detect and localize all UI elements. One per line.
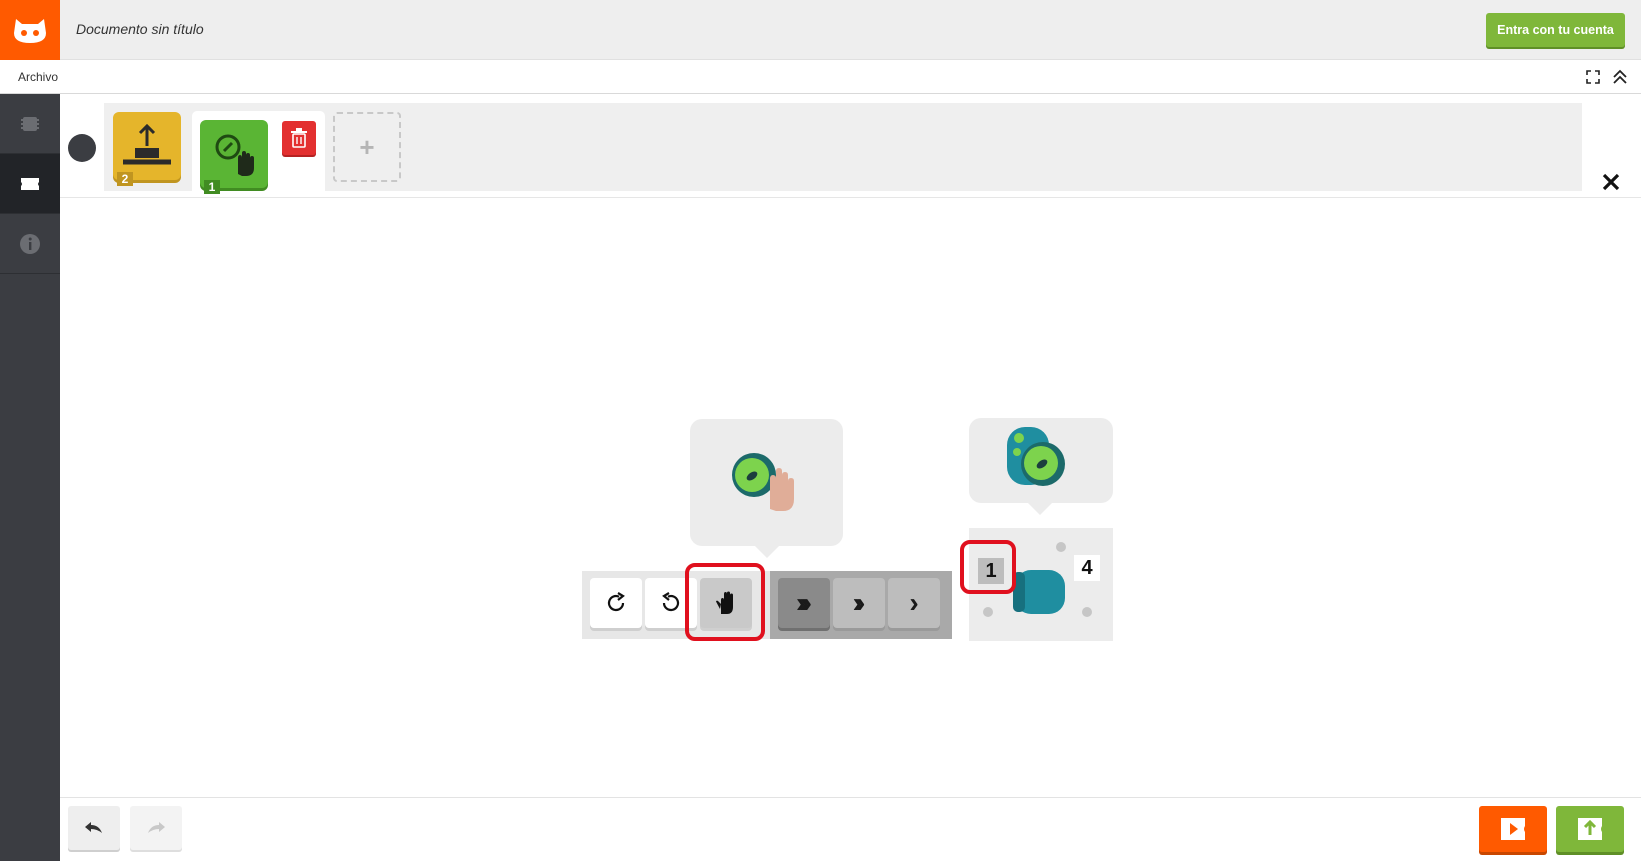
- speed-medium-button[interactable]: ››: [833, 578, 885, 628]
- speed-slow-button[interactable]: ›: [888, 578, 940, 628]
- target-position-number[interactable]: 4: [1074, 555, 1100, 581]
- program-start-dot: [68, 134, 96, 162]
- plus-icon: +: [359, 131, 375, 162]
- close-icon: [1602, 173, 1620, 191]
- login-button[interactable]: Entra con tu cuenta: [1486, 13, 1625, 47]
- triple-chevron-icon: ›››: [796, 587, 812, 618]
- sidebar-item-hardware[interactable]: [0, 94, 60, 154]
- block-number: 2: [117, 172, 133, 186]
- chip-icon: [21, 116, 39, 131]
- upload-icon: [1578, 818, 1602, 840]
- bubble-tail: [754, 545, 780, 558]
- undo-icon: [85, 822, 102, 833]
- add-block-button[interactable]: +: [333, 112, 401, 182]
- rotate-cw-icon: [607, 592, 625, 612]
- rotate-clockwise-button[interactable]: [590, 578, 642, 628]
- upload-button[interactable]: [1556, 806, 1624, 852]
- speed-fast-button[interactable]: ›››: [778, 578, 830, 628]
- delete-block-button[interactable]: [282, 121, 316, 155]
- undo-button[interactable]: [68, 806, 120, 850]
- trash-icon: [291, 128, 307, 148]
- program-strip: [104, 103, 1582, 191]
- field-dot: [1082, 607, 1092, 617]
- bitbloq-logo[interactable]: [0, 0, 60, 60]
- sidebar-item-info[interactable]: [0, 214, 60, 274]
- rotate-ccw-icon: [662, 592, 680, 612]
- info-icon: [20, 233, 40, 254]
- run-icon: [1501, 818, 1525, 840]
- file-menu[interactable]: Archivo: [18, 70, 58, 84]
- app-root: Documento sin título Entra con tu cuenta…: [0, 0, 1641, 861]
- upload-arrow-icon: [123, 123, 171, 165]
- document-title[interactable]: Documento sin título: [76, 21, 204, 37]
- collapse-up-icon[interactable]: [1611, 68, 1629, 86]
- double-chevron-icon: ››: [852, 587, 865, 618]
- action-preview-bubble: [690, 419, 843, 546]
- bubble-tail: [1027, 502, 1053, 515]
- robot-top-icon: [1013, 570, 1065, 614]
- compass-hand-icon: [215, 134, 254, 176]
- menu-bar: Archivo: [0, 60, 1641, 94]
- strip-divider: [60, 197, 1641, 198]
- wheel-stop-hand-icon: [732, 453, 794, 511]
- hand-button-highlight: [685, 563, 765, 641]
- fullscreen-icon[interactable]: [1585, 69, 1601, 85]
- top-bar: Documento sin título Entra con tu cuenta: [0, 0, 1641, 60]
- sidebar: [0, 94, 60, 861]
- single-chevron-icon: ›: [909, 587, 919, 618]
- puzzle-icon: [21, 177, 39, 190]
- robot-logo-icon: [14, 19, 46, 43]
- bottom-divider: [60, 797, 1641, 798]
- close-editor-button[interactable]: [1593, 164, 1629, 200]
- field-dot: [1056, 542, 1066, 552]
- block-number: 1: [204, 180, 220, 194]
- redo-button[interactable]: [130, 806, 182, 850]
- start-number-highlight: [960, 540, 1016, 594]
- redo-icon: [148, 822, 165, 833]
- sidebar-item-software[interactable]: [0, 154, 60, 214]
- robot-wheels-icon: [1007, 427, 1065, 486]
- run-button[interactable]: [1479, 806, 1547, 852]
- upload-block[interactable]: 2: [113, 112, 181, 186]
- robot-preview-bubble: [969, 418, 1113, 503]
- field-dot: [983, 607, 993, 617]
- rotate-block[interactable]: 1: [200, 120, 268, 194]
